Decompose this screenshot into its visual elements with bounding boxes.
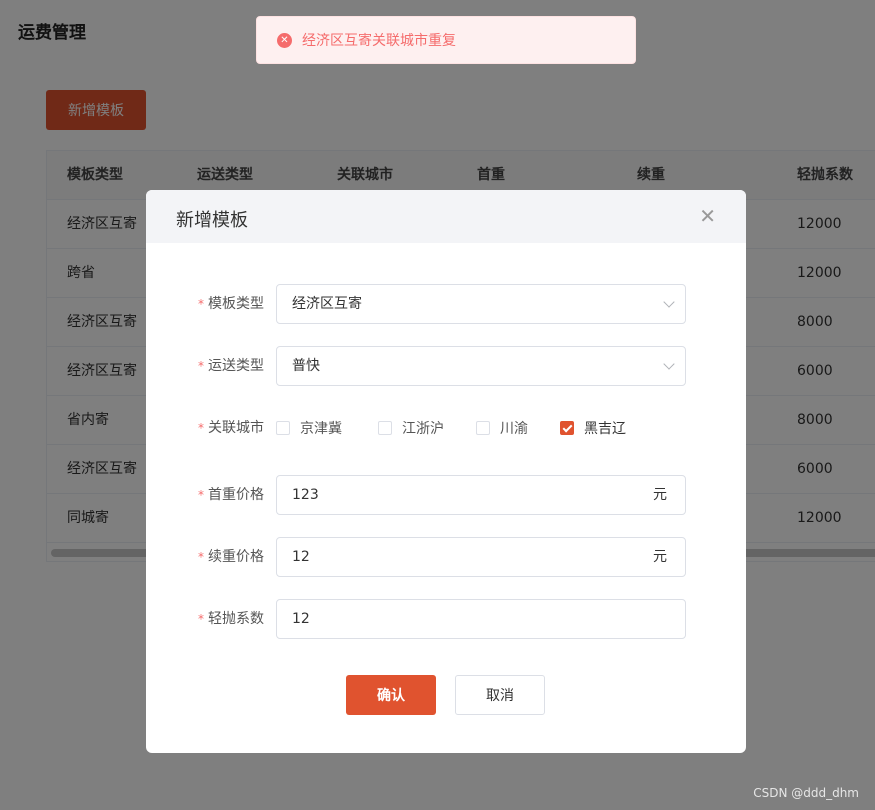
toast-message: 经济区互寄关联城市重复 [302,33,456,49]
field-label: * 关联城市 [198,420,264,436]
watermark: CSDN @ddd_dhm [753,786,859,800]
input-suffix: 元 [653,549,667,565]
checkbox-jingjinji[interactable]: 京津冀 [276,418,342,438]
dialog-header: 新增模板 ✕ [146,190,746,243]
shipping-type-select[interactable]: 普快 [276,346,686,386]
chevron-down-icon [663,296,675,308]
checkbox-box[interactable] [378,421,392,435]
select-value: 普快 [292,358,320,374]
checkbox-label: 黑吉辽 [584,421,626,437]
input-value: 123 [292,487,319,503]
checkbox-box[interactable] [560,421,574,435]
additional-weight-input[interactable]: 12 元 [276,537,686,577]
add-template-dialog: 新增模板 ✕ * 模板类型 经济区互寄 * 运送类型 普快 * 关联城市 京津冀 江浙… [146,190,746,753]
cancel-button[interactable]: 取消 [455,675,545,715]
checkbox-label: 川渝 [500,421,528,437]
input-value: 12 [292,549,310,565]
light-factor-input[interactable]: 12 [276,599,686,639]
checkbox-chuanyu[interactable]: 川渝 [476,418,528,438]
field-additional-weight: * 续重价格 12 元 [146,537,746,577]
first-weight-input[interactable]: 123 元 [276,475,686,515]
required-mark: * [198,297,204,311]
cities-checkbox-group: 京津冀 江浙沪 川渝 黑吉辽 [276,408,656,448]
chevron-down-icon [663,358,675,370]
required-mark: * [198,550,204,564]
confirm-button[interactable]: 确认 [346,675,436,715]
input-suffix: 元 [653,487,667,503]
input-value: 12 [292,611,310,627]
dialog-title: 新增模板 [176,210,248,231]
close-icon[interactable]: ✕ [699,206,716,226]
field-label: * 续重价格 [198,549,264,565]
template-type-select[interactable]: 经济区互寄 [276,284,686,324]
required-mark: * [198,488,204,502]
field-light-factor: * 轻抛系数 12 [146,599,746,639]
checkbox-label: 江浙沪 [402,421,444,437]
field-label: * 轻抛系数 [198,611,264,627]
field-template-type: * 模板类型 经济区互寄 [146,284,746,324]
checkbox-jiangzhehu[interactable]: 江浙沪 [378,418,444,438]
checkbox-heijiliao[interactable]: 黑吉辽 [560,418,626,438]
checkbox-box[interactable] [276,421,290,435]
required-mark: * [198,359,204,373]
required-mark: * [198,612,204,626]
required-mark: * [198,421,204,435]
error-toast: ✕ 经济区互寄关联城市重复 [256,16,636,64]
error-circle-icon: ✕ [277,32,292,48]
field-shipping-type: * 运送类型 普快 [146,346,746,386]
checkbox-label: 京津冀 [300,421,342,437]
field-first-weight: * 首重价格 123 元 [146,475,746,515]
field-label: * 首重价格 [198,487,264,503]
field-cities: * 关联城市 京津冀 江浙沪 川渝 黑吉辽 [146,408,746,448]
field-label: * 模板类型 [198,296,264,312]
select-value: 经济区互寄 [292,296,362,312]
field-label: * 运送类型 [198,358,264,374]
checkbox-box[interactable] [476,421,490,435]
